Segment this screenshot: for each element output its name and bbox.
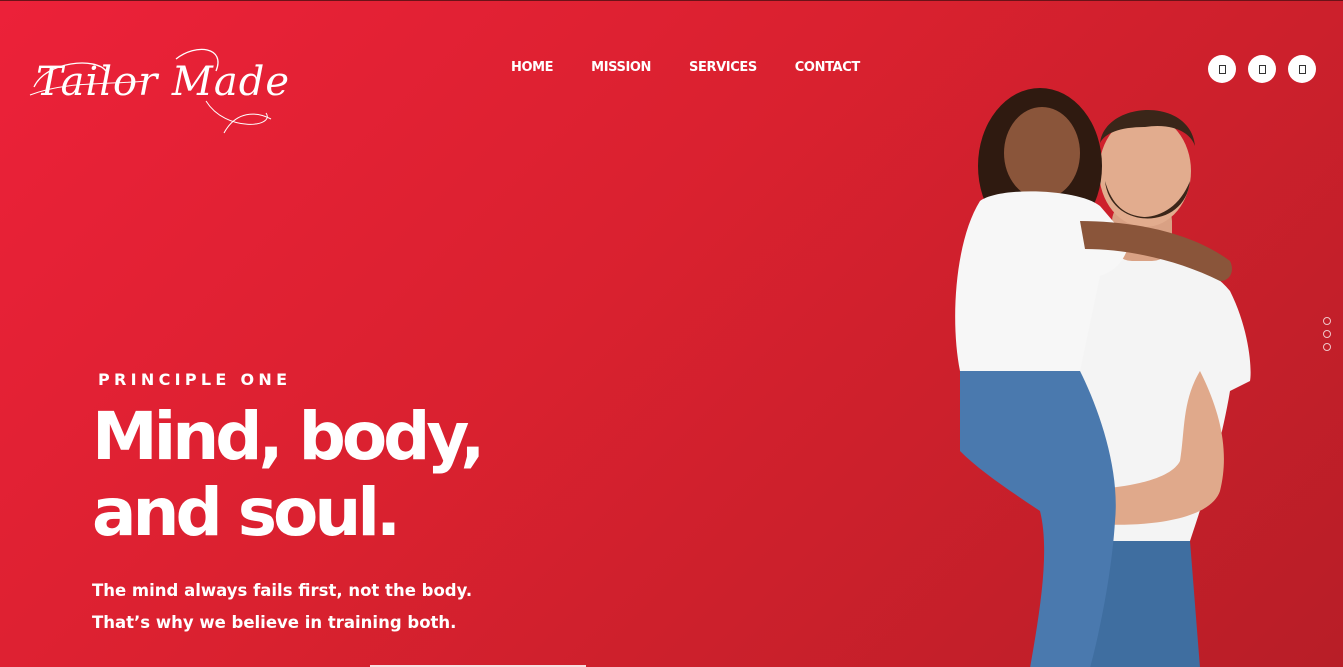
main-nav: HOME MISSION SERVICES CONTACT bbox=[511, 60, 898, 75]
slider-dot-3[interactable] bbox=[1323, 343, 1331, 351]
social-glyph-icon bbox=[1298, 64, 1306, 74]
hero-lead-line-1: The mind always fails first, not the bod… bbox=[92, 581, 473, 600]
nav-item-home[interactable]: HOME bbox=[511, 60, 554, 75]
slider-dot-2[interactable] bbox=[1323, 330, 1331, 338]
slider-dot-1[interactable] bbox=[1323, 317, 1331, 325]
hero-lead-line-2: That’s why we believe in training both. bbox=[92, 613, 457, 632]
hero-lead: The mind always fails first, not the bod… bbox=[92, 575, 472, 639]
nav-item-contact[interactable]: CONTACT bbox=[795, 60, 860, 75]
social-icon-3[interactable] bbox=[1288, 55, 1316, 83]
hero-photo bbox=[955, 88, 1251, 667]
nav-item-mission[interactable]: MISSION bbox=[591, 60, 651, 75]
hero-headline-line-1: Mind, body, bbox=[92, 398, 485, 475]
nav-item-services[interactable]: SERVICES bbox=[689, 60, 757, 75]
hero-section: Tailor Made HOME MISSION SERVICES CONTAC… bbox=[0, 0, 1343, 667]
hero-eyebrow: PRINCIPLE ONE bbox=[98, 370, 292, 389]
logo-text: Tailor Made bbox=[36, 59, 291, 105]
slider-dots bbox=[1323, 317, 1331, 351]
hero-headline: Mind, body, and soul. bbox=[92, 398, 485, 551]
hero-headline-line-2: and soul. bbox=[92, 474, 401, 551]
logo[interactable]: Tailor Made bbox=[26, 41, 289, 137]
